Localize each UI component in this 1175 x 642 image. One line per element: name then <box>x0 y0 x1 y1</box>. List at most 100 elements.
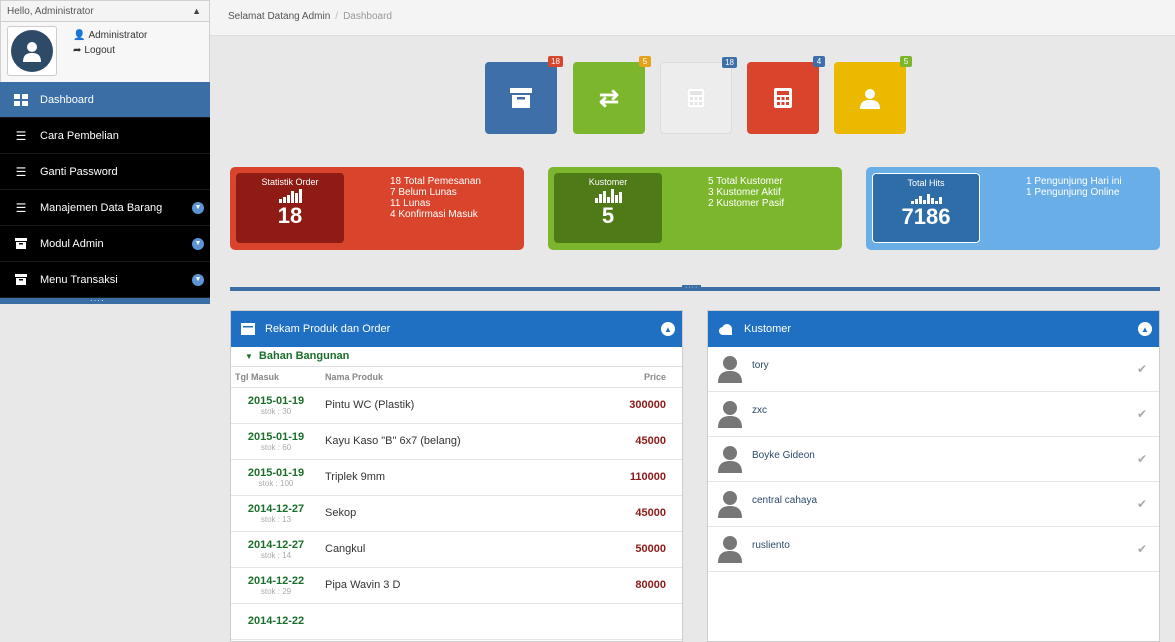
table-row[interactable]: 2015-01-19 stok : 30 Pintu WC (Plastik) 3… <box>231 387 682 424</box>
row-price: 45000 <box>592 495 682 532</box>
stat-value: 5 <box>601 203 615 228</box>
tile-user[interactable]: 5 <box>834 56 912 134</box>
row-stock: stok : 100 <box>258 478 294 488</box>
customer-name: Boyke Gideon <box>752 449 815 461</box>
row-date: 2014-12-27 <box>247 502 305 515</box>
user-silhouette-icon <box>718 401 742 428</box>
archive-icon <box>14 238 28 250</box>
stat-detail: 18 Total Pemesanan <box>390 176 481 187</box>
user-silhouette-icon <box>718 446 742 473</box>
column-header: Tgl Masuk <box>231 367 321 388</box>
row-price: 45000 <box>592 423 682 460</box>
table-row[interactable]: 2014-12-27 stok : 14 Cangkul 50000 <box>231 531 682 568</box>
profile-link[interactable]: 👤 Administrator <box>73 28 147 43</box>
stat-detail: 5 Total Kustomer <box>708 176 783 187</box>
section-divider[interactable]: ···· <box>230 284 1160 291</box>
list-item[interactable]: tory ✔ <box>708 347 1159 392</box>
avatar <box>7 26 57 76</box>
row-price: 110000 <box>592 459 682 496</box>
calculator-icon <box>774 88 792 108</box>
chevron-up-icon[interactable]: ▲ <box>661 322 675 336</box>
stat-box-order: Statistik Order 18 18 Total Pemesanan 7 … <box>230 167 524 250</box>
user-name: Administrator <box>88 30 148 41</box>
chevron-down-icon[interactable]: ▼ <box>192 273 204 286</box>
panel-title: Kustomer <box>744 323 792 335</box>
archive-icon <box>241 323 255 335</box>
stat-label: Kustomer <box>588 177 628 187</box>
chevron-down-icon[interactable]: ▼ <box>192 237 204 250</box>
list-item[interactable]: Boyke Gideon ✔ <box>708 437 1159 482</box>
user-silhouette-icon <box>718 356 742 383</box>
stat-inner: Total Hits 7186 <box>872 173 980 243</box>
stat-label: Total Hits <box>907 178 945 188</box>
panel-header: Kustomer ▲ <box>708 311 1159 347</box>
breadcrumb-home[interactable]: Selamat Datang Admin <box>228 11 330 22</box>
sidebar-item-dashboard[interactable]: Dashboard <box>0 82 210 118</box>
sidebar-item-cara-pembelian[interactable]: ☰ Cara Pembelian <box>0 118 210 154</box>
table-row[interactable]: 2014-12-22 stok : 29 Pipa Wavin 3 D 80000 <box>231 567 682 604</box>
refresh-icon: ⇄ <box>598 84 620 112</box>
sidebar-item-ganti-password[interactable]: ☰ Ganti Password <box>0 154 210 190</box>
row-price <box>592 603 682 640</box>
stat-inner: Statistik Order 18 <box>236 173 344 243</box>
user-silhouette-icon <box>718 491 742 518</box>
stat-detail: 1 Pengunjung Hari ini <box>1026 176 1122 187</box>
bar-chart-icon <box>554 189 662 203</box>
chevron-down-icon[interactable]: ▼ <box>192 201 204 214</box>
tile-calculator-light[interactable]: 18 <box>660 57 737 134</box>
category-row[interactable]: ▼ Bahan Bangunan <box>231 347 682 367</box>
sidebar-item-label: Manajemen Data Barang <box>40 201 163 214</box>
customer-name: zxc <box>752 404 767 416</box>
chevron-up-icon[interactable]: ▲ <box>1138 322 1152 336</box>
row-name: Triplek 9mm <box>321 459 592 496</box>
stat-detail: 7 Belum Lunas <box>390 187 457 198</box>
sidebar-item-manajemen-data-barang[interactable]: ☰ Manajemen Data Barang ▼ <box>0 190 210 226</box>
row-name: Sekop <box>321 495 592 532</box>
stat-box-hits: Total Hits 7186 1 Pengunjung Hari ini 1 … <box>866 167 1160 250</box>
tile-badge: 5 <box>900 56 912 67</box>
sidebar-collapse-handle[interactable]: ···· <box>0 297 210 305</box>
stat-detail: 4 Konfirmasi Masuk <box>390 209 478 220</box>
table-row[interactable]: 2014-12-22 <box>231 603 682 640</box>
tile-badge: 4 <box>813 56 825 67</box>
user-silhouette-icon <box>718 536 742 563</box>
row-date: 2014-12-27 <box>247 538 305 551</box>
table-row[interactable]: 2014-12-27 stok : 13 Sekop 45000 <box>231 495 682 532</box>
archive-icon <box>14 274 28 286</box>
list-icon: ☰ <box>15 128 27 143</box>
logout-link[interactable]: ➦ Logout <box>73 43 147 58</box>
stat-detail: 1 Pengunjung Online <box>1026 187 1120 198</box>
sidebar-header[interactable]: Hello, Administrator ▲ <box>0 0 210 22</box>
row-stock: stok : 30 <box>260 406 292 416</box>
table-row[interactable]: 2015-01-19 stok : 60 Kayu Kaso "B" 6x7 (b… <box>231 423 682 460</box>
sidebar-item-modul-admin[interactable]: Modul Admin ▼ <box>0 226 210 262</box>
category-label: Bahan Bangunan <box>258 350 350 362</box>
sidebar-item-label: Modul Admin <box>40 237 104 250</box>
row-date: 2015-01-19 <box>247 466 305 479</box>
caret-down-icon: ▼ <box>245 352 253 361</box>
tile-refresh[interactable]: ⇄ 5 <box>573 56 651 134</box>
row-name: Pipa Wavin 3 D <box>321 567 592 604</box>
row-price: 80000 <box>592 567 682 604</box>
breadcrumb: Selamat Datang Admin / Dashboard <box>210 0 1175 36</box>
cloud-icon <box>718 323 734 335</box>
tile-calculator[interactable]: 4 <box>747 56 825 134</box>
caret-up-icon[interactable]: ▲ <box>192 6 201 16</box>
column-header: Nama Produk <box>321 367 592 388</box>
tile-archive[interactable]: 18 <box>485 56 563 134</box>
sidebar-item-label: Menu Transaksi <box>40 273 118 286</box>
user-icon <box>860 89 880 109</box>
customer-name: central cahaya <box>752 494 818 506</box>
tile-badge: 5 <box>639 56 651 67</box>
table-row[interactable]: 2015-01-19 stok : 100 Triplek 9mm 110000 <box>231 459 682 496</box>
list-item[interactable]: central cahaya ✔ <box>708 482 1159 527</box>
tile-badge: 18 <box>548 56 563 67</box>
list-item[interactable]: rusliento ✔ <box>708 527 1159 572</box>
sidebar-item-menu-transaksi[interactable]: Menu Transaksi ▼ <box>0 262 210 298</box>
archive-icon <box>510 88 532 108</box>
stat-value: 7186 <box>901 204 951 229</box>
row-date: 2015-01-19 <box>247 430 305 443</box>
stat-details: 1 Pengunjung Hari ini 1 Pengunjung Onlin… <box>1026 176 1122 198</box>
list-item[interactable]: zxc ✔ <box>708 392 1159 437</box>
row-name <box>321 603 592 640</box>
